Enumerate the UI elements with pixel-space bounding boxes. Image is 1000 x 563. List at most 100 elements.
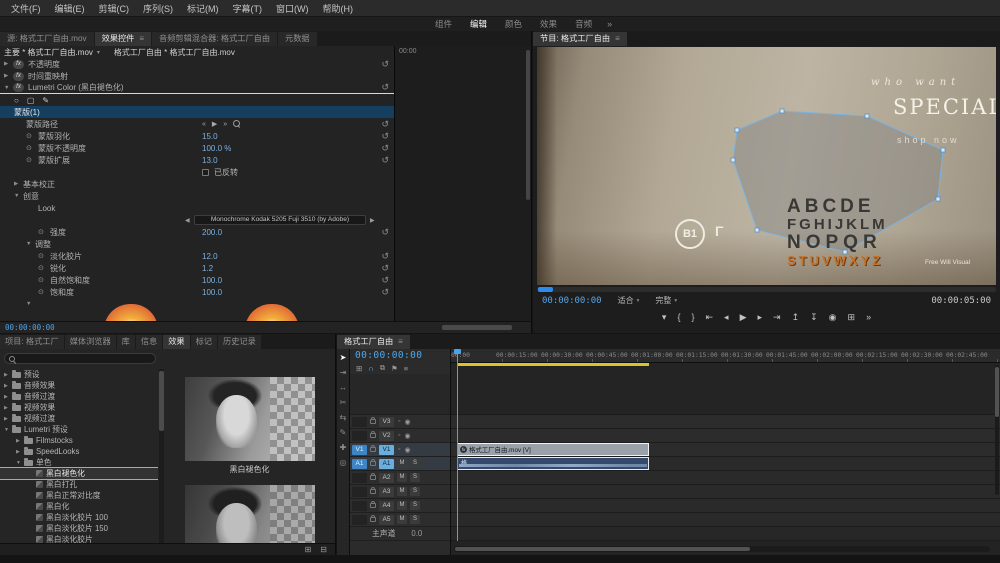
twirl-icon[interactable]: ▼ [14, 193, 23, 199]
effect-row-lumetri[interactable]: ▼ fx Lumetri Color (黑白褪色化) ↺ [0, 82, 394, 94]
menu-item[interactable]: 窗口(W) [269, 2, 316, 15]
fx-badge-icon[interactable]: fx [13, 83, 24, 92]
solo-button[interactable]: S [410, 515, 420, 524]
reset-icon[interactable]: ↺ [381, 144, 389, 153]
program-scroll-handle[interactable] [538, 287, 553, 292]
twirl-icon[interactable]: ▶ [4, 61, 13, 67]
creative-row[interactable]: ▼ 创意 [0, 190, 394, 202]
timeline-current-timecode[interactable]: 00:00:00:00 [355, 350, 422, 361]
timeline-vscrollbar[interactable] [995, 365, 999, 495]
effects-tree-scrollbar[interactable] [159, 369, 164, 543]
add-marker-icon[interactable]: ▾ [662, 312, 667, 323]
workspace-tab[interactable]: 组件 [426, 18, 461, 30]
pen-mask-icon[interactable]: ✎ [42, 96, 49, 105]
color-wheels-twirl-row[interactable]: ▼ [0, 298, 394, 310]
work-area-bar[interactable] [457, 363, 649, 366]
stopwatch-icon[interactable]: ⊙ [38, 288, 50, 296]
track-lock-icon[interactable] [370, 517, 376, 522]
sync-lock-icon[interactable]: ◦ [398, 432, 400, 439]
audio-track-header[interactable]: A3 M S [350, 485, 450, 499]
audio-track-lane[interactable] [451, 513, 1000, 527]
sharpen-row[interactable]: ⊙ 锐化 1.2 ↺ [0, 262, 394, 274]
reset-icon[interactable]: ↺ [381, 132, 389, 141]
stopwatch-icon[interactable]: ⊙ [26, 156, 38, 164]
effect-row-opacity[interactable]: ▶ fx 不透明度 ↺ [0, 58, 394, 70]
panel-tab[interactable]: 媒体浏览器 [65, 335, 116, 349]
master-track-header[interactable]: 主声道 0.0 [350, 527, 450, 541]
param-value[interactable]: 100.0 % [202, 144, 231, 153]
audio-track-header[interactable]: A5 M S [350, 513, 450, 527]
stopwatch-icon[interactable]: ⊙ [26, 132, 38, 140]
stopwatch-icon[interactable]: ⊙ [38, 228, 50, 236]
track-mask-backward-icon[interactable]: « [202, 121, 206, 128]
mask-zoom-icon[interactable] [233, 120, 241, 128]
audio-track-header[interactable]: A4 M S [350, 499, 450, 513]
param-value[interactable]: 1.2 [202, 264, 213, 273]
param-value[interactable]: 100.0 [202, 276, 222, 285]
twirl-icon[interactable]: ▶ [4, 416, 12, 422]
tree-item[interactable]: ▶ 音频过渡 [0, 391, 158, 402]
panel-tab[interactable]: 历史记录 [218, 335, 261, 349]
reset-icon[interactable]: ↺ [381, 228, 389, 237]
mask-path-row[interactable]: 蒙版路径 « ▶ » ↺ [0, 118, 394, 130]
tree-item[interactable]: ▶ 预设 [0, 369, 158, 380]
zoom-tool-icon[interactable]: ◎ [340, 459, 347, 467]
workspace-tab[interactable]: 颜色 [496, 18, 531, 30]
audio-track-header[interactable]: A2 M S [350, 471, 450, 485]
mute-button[interactable]: M [397, 515, 407, 524]
track-name-badge[interactable]: A5 [379, 515, 394, 525]
track-name-badge[interactable]: V3 [379, 417, 394, 427]
mark-out-icon[interactable]: } [691, 312, 694, 322]
new-bin-icon[interactable]: ⊞ [305, 545, 312, 554]
track-mask-forward-icon[interactable]: » [223, 121, 227, 128]
tree-item[interactable]: 黑白正常对比度 [0, 490, 158, 501]
track-output-icon[interactable]: ◉ [404, 418, 410, 426]
track-lock-icon[interactable] [370, 503, 376, 508]
track-lock-icon[interactable] [370, 489, 376, 494]
video-track-header[interactable]: V2 ◦ ◉ [350, 429, 450, 443]
timeline-settings-icon[interactable]: ≡ [404, 364, 408, 373]
twirl-icon[interactable]: ▼ [26, 301, 35, 307]
ripple-edit-tool-icon[interactable]: ↔ [339, 384, 347, 392]
fx-badge-icon[interactable]: fx [13, 60, 24, 69]
playhead[interactable] [457, 349, 458, 541]
solo-button[interactable]: S [410, 487, 420, 496]
twirl-icon[interactable]: ▶ [4, 73, 13, 79]
mask-opacity-row[interactable]: ⊙ 蒙版不透明度 100.0 % ↺ [0, 142, 394, 154]
tree-item[interactable]: ▶ 视频效果 [0, 402, 158, 413]
reset-icon[interactable]: ↺ [381, 264, 389, 273]
mark-in-icon[interactable]: { [677, 312, 680, 322]
panel-tab[interactable]: 库 [117, 335, 135, 349]
track-lock-icon[interactable] [370, 475, 376, 480]
audio-track-lane[interactable]: 格 [451, 457, 1000, 471]
track-name-badge[interactable]: A4 [379, 501, 394, 511]
video-track-header[interactable]: V1 V1 ◦ ◉ [350, 443, 450, 457]
mask-item-row[interactable]: 蒙版(1) [0, 106, 394, 118]
tree-item[interactable]: 黑白淡化胶片 100 [0, 512, 158, 523]
source-patch-badge[interactable] [352, 417, 367, 427]
panel-menu-icon[interactable]: ≡ [398, 335, 403, 349]
reset-icon[interactable]: ↺ [381, 156, 389, 165]
menu-item[interactable]: 剪辑(C) [92, 2, 137, 15]
saturation-row[interactable]: ⊙ 饱和度 100.0 ↺ [0, 286, 394, 298]
lift-icon[interactable]: ↥ [792, 312, 800, 323]
effect-controls-hscrollbar[interactable] [442, 325, 512, 330]
stopwatch-icon[interactable]: ⊙ [38, 264, 50, 272]
master-clip-label[interactable]: 主要 * 格式工厂自由.mov [4, 47, 93, 58]
track-name-badge[interactable]: V2 [379, 431, 394, 441]
twirl-icon[interactable]: ▶ [14, 181, 23, 187]
selection-tool-icon[interactable]: ➤ [340, 354, 347, 362]
track-lock-icon[interactable] [370, 447, 376, 452]
twirl-icon[interactable]: ▶ [4, 383, 12, 389]
source-patch-badge[interactable] [352, 515, 367, 525]
timeline-video-clip[interactable]: fx 格式工厂自由.mov [V] [457, 443, 649, 456]
source-patch-badge[interactable]: V1 [352, 445, 367, 455]
track-name-badge[interactable]: A1 [379, 459, 394, 469]
workspace-tab[interactable]: 效果 [531, 18, 566, 30]
slip-tool-icon[interactable]: ⇆ [340, 414, 347, 422]
audio-track-lane[interactable] [451, 471, 1000, 485]
panel-menu-icon[interactable]: ≡ [139, 32, 144, 46]
extract-icon[interactable]: ↧ [810, 312, 818, 323]
comparison-view-icon[interactable]: ⊞ [848, 312, 856, 323]
mute-button[interactable]: M [397, 501, 407, 510]
